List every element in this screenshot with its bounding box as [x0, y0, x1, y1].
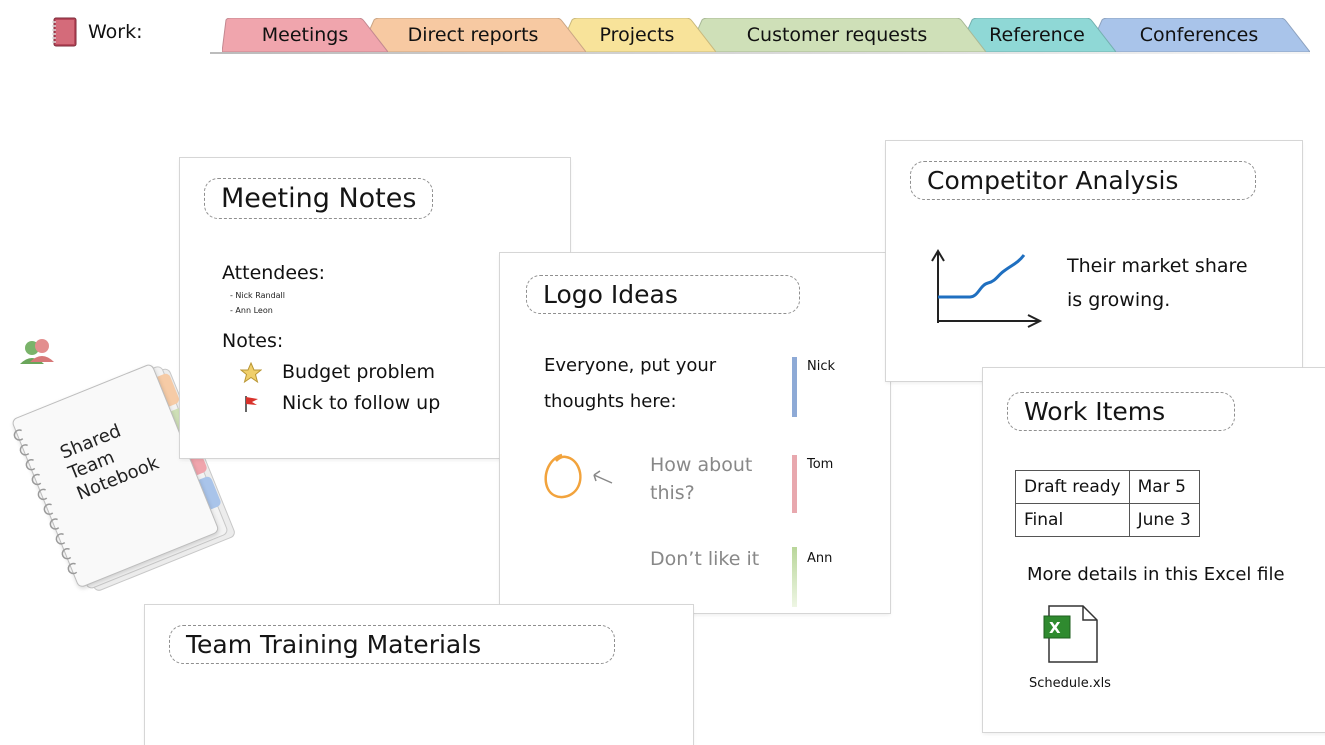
- tab-label: Reference: [989, 24, 1085, 46]
- notebook-name: Work:: [88, 21, 143, 43]
- author-bar-tom: [792, 455, 797, 513]
- flag-icon: [242, 394, 262, 418]
- note-item: Nick to follow up: [282, 392, 441, 414]
- sketch-circle-icon: [544, 453, 613, 499]
- excel-file-name: Schedule.xls: [1029, 676, 1111, 691]
- page-logo-ideas[interactable]: Logo Ideas Everyone, put your thoughts h…: [500, 253, 890, 613]
- notes-label: Notes:: [222, 330, 284, 352]
- tab-conferences[interactable]: Conferences: [1088, 18, 1310, 52]
- attendee-item: - Ann Leon: [230, 306, 273, 315]
- logo-title: Logo Ideas: [526, 275, 800, 314]
- reply-text: Don’t like it: [650, 548, 760, 570]
- notebook-label[interactable]: Work:: [50, 14, 143, 50]
- author-bar-ann: [792, 547, 797, 607]
- tab-meetings[interactable]: Meetings: [222, 18, 388, 52]
- reply-line-1: How about: [650, 454, 753, 476]
- competitor-line-1: Their market share: [1067, 255, 1248, 277]
- page-team-training[interactable]: Team Training Materials: [145, 605, 693, 745]
- work-items-table: Draft ready Mar 5 Final June 3: [1015, 470, 1200, 537]
- notebook-icon: [50, 16, 80, 48]
- tab-label: Direct reports: [407, 24, 539, 46]
- competitor-line-2: is growing.: [1067, 289, 1171, 311]
- page-work-items[interactable]: Work Items Draft ready Mar 5 Final June …: [983, 368, 1325, 732]
- tab-label: Conferences: [1139, 24, 1259, 46]
- star-icon: [239, 361, 263, 388]
- tab-label: Projects: [599, 24, 675, 46]
- logo-prompt-line-1: Everyone, put your: [544, 355, 717, 376]
- excel-file-icon: X: [1043, 605, 1098, 663]
- work-title: Work Items: [1007, 392, 1235, 431]
- tab-direct-reports[interactable]: Direct reports: [360, 18, 586, 52]
- page-competitor-analysis[interactable]: Competitor Analysis Their market share i…: [886, 141, 1302, 381]
- note-item: Budget problem: [282, 361, 435, 383]
- training-title: Team Training Materials: [169, 625, 615, 664]
- table-row: Draft ready Mar 5: [1015, 470, 1200, 504]
- author-tom: Tom: [807, 457, 834, 472]
- table-cell[interactable]: Mar 5: [1128, 470, 1200, 504]
- table-row: Final June 3: [1015, 503, 1200, 537]
- work-details-text: More details in this Excel file: [1027, 564, 1285, 585]
- excel-file-attachment[interactable]: X Schedule.xls: [1023, 604, 1133, 694]
- attendee-item: - Nick Randall: [230, 291, 285, 300]
- author-nick: Nick: [807, 359, 836, 374]
- meeting-title: Meeting Notes: [204, 178, 434, 219]
- table-cell[interactable]: June 3: [1128, 503, 1200, 537]
- author-bar-nick: [792, 357, 797, 417]
- reply-line-2: this?: [650, 482, 695, 504]
- tab-label: Customer requests: [746, 24, 928, 46]
- svg-text:X: X: [1049, 619, 1061, 637]
- attendees-label: Attendees:: [222, 262, 326, 284]
- tabs-divider: [210, 52, 1310, 54]
- tab-customer-requests[interactable]: Customer requests: [688, 18, 986, 52]
- table-cell[interactable]: Draft ready: [1015, 470, 1130, 504]
- section-tabs: Conferences Reference Customer requests …: [210, 10, 1310, 54]
- tab-label: Meetings: [261, 24, 349, 46]
- logo-prompt-line-2: thoughts here:: [544, 391, 677, 412]
- competitor-title: Competitor Analysis: [910, 161, 1256, 200]
- table-cell[interactable]: Final: [1015, 503, 1130, 537]
- author-ann: Ann: [807, 551, 833, 566]
- growth-chart-icon: [931, 249, 1043, 328]
